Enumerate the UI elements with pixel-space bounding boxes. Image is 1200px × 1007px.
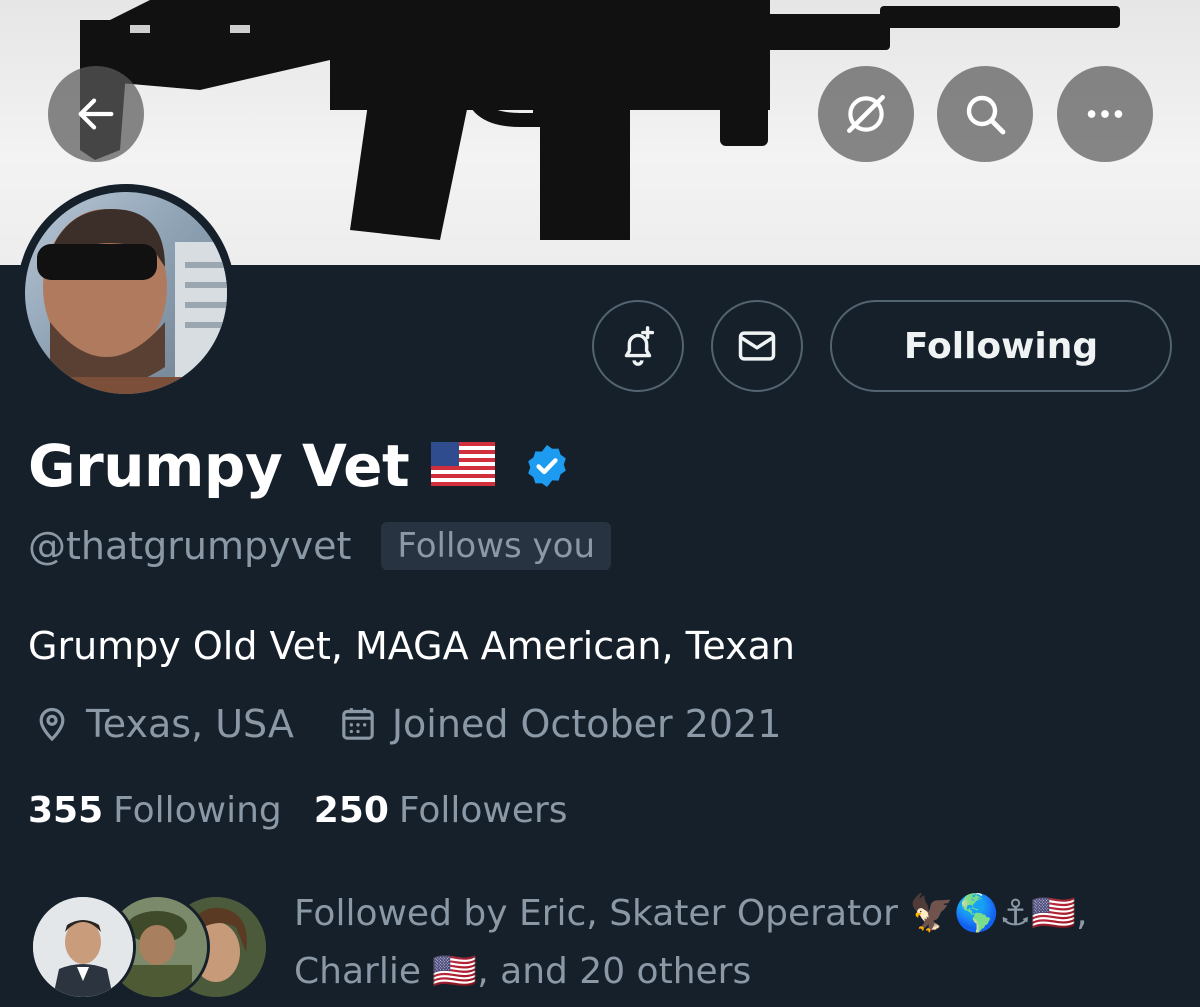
notify-button[interactable] [592,300,684,392]
search-icon [966,95,1006,135]
message-button[interactable] [711,300,803,392]
followed-by-flag: 🇺🇸 [1031,893,1077,934]
followed-by-text[interactable]: Followed by Eric, Skater Operator 🦅🌎⚓🇺🇸,… [294,885,1184,1001]
following-stat[interactable]: 355 Following [28,790,282,831]
grok-button[interactable] [818,66,914,162]
follower-avatar[interactable] [30,894,136,1000]
calendar-icon [342,708,374,740]
follow-stats: 355 Following 250 Followers [28,790,568,831]
user-handle: @thatgrumpyvet [28,524,352,568]
grok-slash-icon [847,95,885,133]
followed-by-emojis: 🦅🌎⚓ [909,893,1032,934]
bell-plus-icon [624,326,655,366]
handle-row: @thatgrumpyvet Follows you [28,522,612,570]
display-name: Grumpy Vet [28,432,410,500]
location-text: Texas, USA [86,702,294,746]
location: Texas, USA [32,702,294,746]
following-count: 355 [28,790,104,831]
followers-label: Followers [398,790,568,831]
back-button[interactable] [48,66,144,162]
join-date: Joined October 2021 [338,702,782,746]
followed-by-prefix: Followed by Eric, Skater Operator [294,893,910,934]
followed-by-suffix: , and 20 others [477,951,752,992]
followers-count: 250 [313,790,389,831]
follows-you-badge: Follows you [381,522,612,570]
verified-badge-icon[interactable] [523,442,571,490]
search-button[interactable] [937,66,1033,162]
following-button[interactable]: Following [830,300,1172,392]
name-row: Grumpy Vet [28,432,571,500]
avatar-photo [25,192,227,394]
following-label: Following [113,790,282,831]
arrow-left-icon [78,98,114,130]
join-date-text: Joined October 2021 [391,702,782,746]
envelope-icon [738,331,776,361]
more-horizontal-icon [1087,110,1123,118]
profile-meta: Texas, USA Joined October 2021 [32,702,781,746]
more-button[interactable] [1057,66,1153,162]
followed-by-flag: 🇺🇸 [432,951,478,992]
profile-bio: Grumpy Old Vet, MAGA American, Texan [28,624,795,668]
profile-avatar[interactable] [17,184,235,402]
us-flag-icon [431,442,496,490]
location-pin-icon [39,707,65,742]
followers-stat[interactable]: 250 Followers [314,790,568,831]
